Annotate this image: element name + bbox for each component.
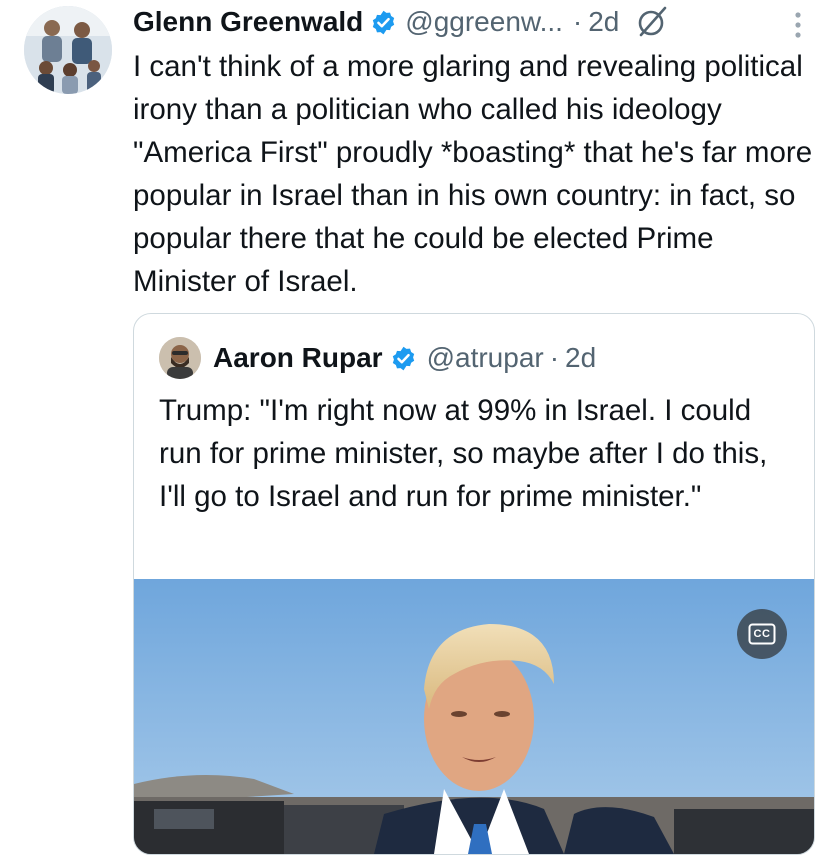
separator: · [549, 342, 560, 373]
author-handle[interactable]: @ggreenw... [405, 6, 563, 38]
quoted-tweet-text: Trump: "I'm right now at 99% in Israel. … [159, 394, 768, 513]
quoted-author-name[interactable]: Aaron Rupar [213, 342, 383, 374]
separator: · [572, 6, 583, 37]
timestamp[interactable]: 2d [588, 6, 619, 38]
video-frame [134, 579, 814, 854]
tweet-header: Glenn Greenwald @ggreenw... · 2d [133, 2, 669, 42]
quoted-author-handle[interactable]: @atrupar [427, 342, 544, 374]
tweet-text: I can't think of a more glaring and reve… [133, 50, 813, 298]
quoted-author-avatar[interactable] [159, 337, 201, 379]
quoted-tweet-header: Aaron Rupar @atrupar · 2d [159, 337, 596, 379]
author-name[interactable]: Glenn Greenwald [133, 6, 363, 38]
closed-captions-button[interactable]: CC [737, 609, 787, 659]
grok-icon[interactable] [635, 5, 669, 39]
verified-badge-icon [390, 345, 417, 372]
more-vertical-icon[interactable] [786, 8, 810, 42]
closed-captions-label: CC [753, 628, 771, 640]
quoted-timestamp[interactable]: 2d [565, 342, 596, 374]
quoted-tweet[interactable]: Aaron Rupar @atrupar · 2d Trump: "I'm ri… [133, 313, 815, 855]
verified-badge-icon [370, 9, 397, 36]
author-avatar[interactable] [24, 6, 112, 94]
tweet[interactable]: Glenn Greenwald @ggreenw... · 2d I can't… [0, 0, 840, 855]
video-player[interactable]: CC [134, 579, 814, 854]
